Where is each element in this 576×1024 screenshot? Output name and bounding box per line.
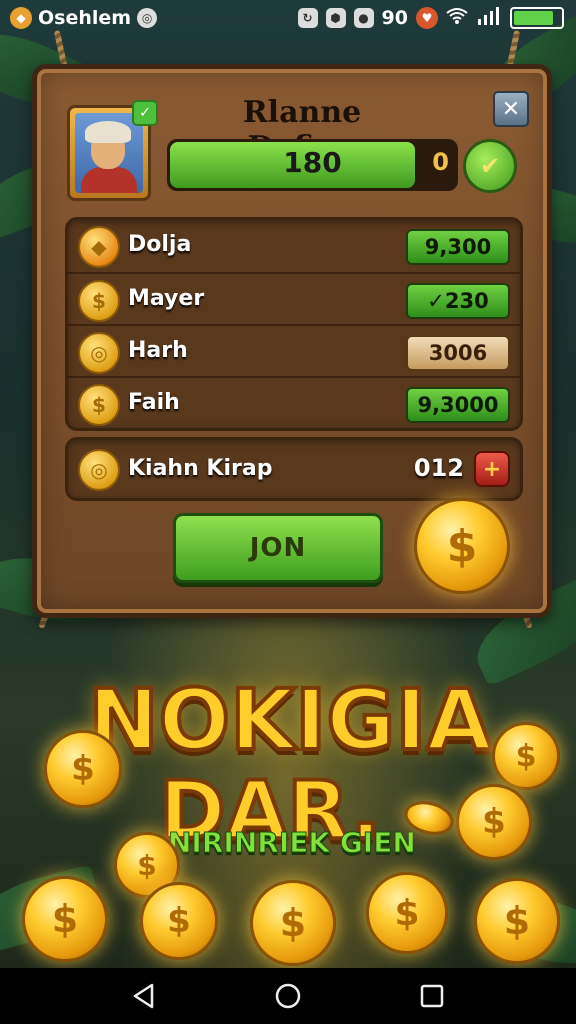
avatar[interactable]: ✓ bbox=[67, 100, 158, 201]
close-button[interactable]: ✕ bbox=[493, 91, 529, 127]
recents-icon bbox=[420, 984, 444, 1008]
coin-icon: $ bbox=[78, 280, 120, 322]
resource-row[interactable]: ◎ Harh 3006 bbox=[68, 324, 520, 378]
resource-label: Harh bbox=[128, 338, 188, 363]
back-button[interactable] bbox=[130, 982, 158, 1010]
status-time: 90 bbox=[381, 7, 408, 29]
bonus-row[interactable]: ◎ Kiahn Kirap 012 + bbox=[65, 437, 523, 501]
coin-icon: $ bbox=[44, 730, 122, 808]
gem-icon: ◆ bbox=[78, 226, 120, 268]
home-icon bbox=[275, 983, 301, 1009]
resource-row[interactable]: $ Faih 9,3000 bbox=[68, 376, 520, 430]
bonus-label: Kiahn Kirap bbox=[128, 456, 273, 481]
checkmark-icon: ✔ bbox=[479, 152, 501, 180]
status-app-name: Osehlem bbox=[38, 7, 132, 29]
home-button[interactable] bbox=[274, 982, 302, 1010]
coin-icon: ◎ bbox=[78, 332, 120, 374]
wifi-icon bbox=[446, 7, 468, 30]
verified-icon: ✓ bbox=[132, 100, 158, 126]
promo-title: NOKIGIA bbox=[86, 671, 493, 769]
navigation-bar bbox=[0, 968, 576, 1024]
shield-icon: ◆ bbox=[10, 7, 32, 29]
back-icon bbox=[133, 983, 154, 1009]
resource-value: 9,300 bbox=[406, 229, 510, 265]
confirm-button[interactable]: ✔ bbox=[463, 139, 517, 193]
resource-label: Dolja bbox=[128, 232, 192, 257]
coin-icon: $ bbox=[414, 498, 510, 594]
resource-row[interactable]: ◆ Dolja 9,300 bbox=[68, 220, 520, 272]
coin-stack-icon: ◎ bbox=[78, 449, 120, 491]
xp-bar: 180 0 bbox=[167, 139, 458, 191]
coin-icon: $ bbox=[250, 880, 336, 966]
add-button[interactable]: + bbox=[474, 451, 510, 487]
resource-value: 9,3000 bbox=[406, 387, 510, 423]
resource-value: 3006 bbox=[406, 335, 510, 371]
battery-icon bbox=[510, 7, 564, 29]
coin-icon: $ bbox=[78, 384, 120, 426]
coin-icon: $ bbox=[492, 722, 560, 790]
resource-label: Faih bbox=[128, 390, 180, 415]
resource-label: Mayer bbox=[128, 286, 205, 311]
game-app-icon: ♥ bbox=[416, 7, 438, 29]
sync-icon: ↻ bbox=[297, 8, 318, 28]
xp-max: 0 bbox=[432, 148, 449, 176]
coin-icon: $ bbox=[456, 784, 532, 860]
promo-subtitle: NIRINRIEK GIEN bbox=[168, 826, 417, 860]
xp-value: 180 bbox=[283, 146, 342, 179]
resource-value: ✓230 bbox=[406, 283, 510, 319]
resource-list: ◆ Dolja 9,300 $ Mayer ✓230 ◎ Harh 3006 $… bbox=[65, 217, 523, 431]
coin-icon: $ bbox=[140, 882, 218, 960]
bonus-value: 012 bbox=[413, 454, 464, 482]
shield-status-icon: ⬢ bbox=[325, 8, 346, 28]
coin-icon: $ bbox=[474, 878, 560, 964]
status-bar: ◆ Osehlem ◎ ↻ ⬢ ● 90 ♥ bbox=[0, 0, 576, 36]
notification-icon: ◎ bbox=[137, 8, 158, 28]
signal-icon bbox=[476, 6, 502, 30]
coin-icon: $ bbox=[22, 876, 108, 962]
location-icon: ● bbox=[353, 8, 374, 28]
recents-button[interactable] bbox=[418, 982, 446, 1010]
join-button[interactable]: JON bbox=[173, 513, 383, 583]
coin-icon: $ bbox=[366, 872, 448, 954]
resource-row[interactable]: $ Mayer ✓230 bbox=[68, 272, 520, 326]
